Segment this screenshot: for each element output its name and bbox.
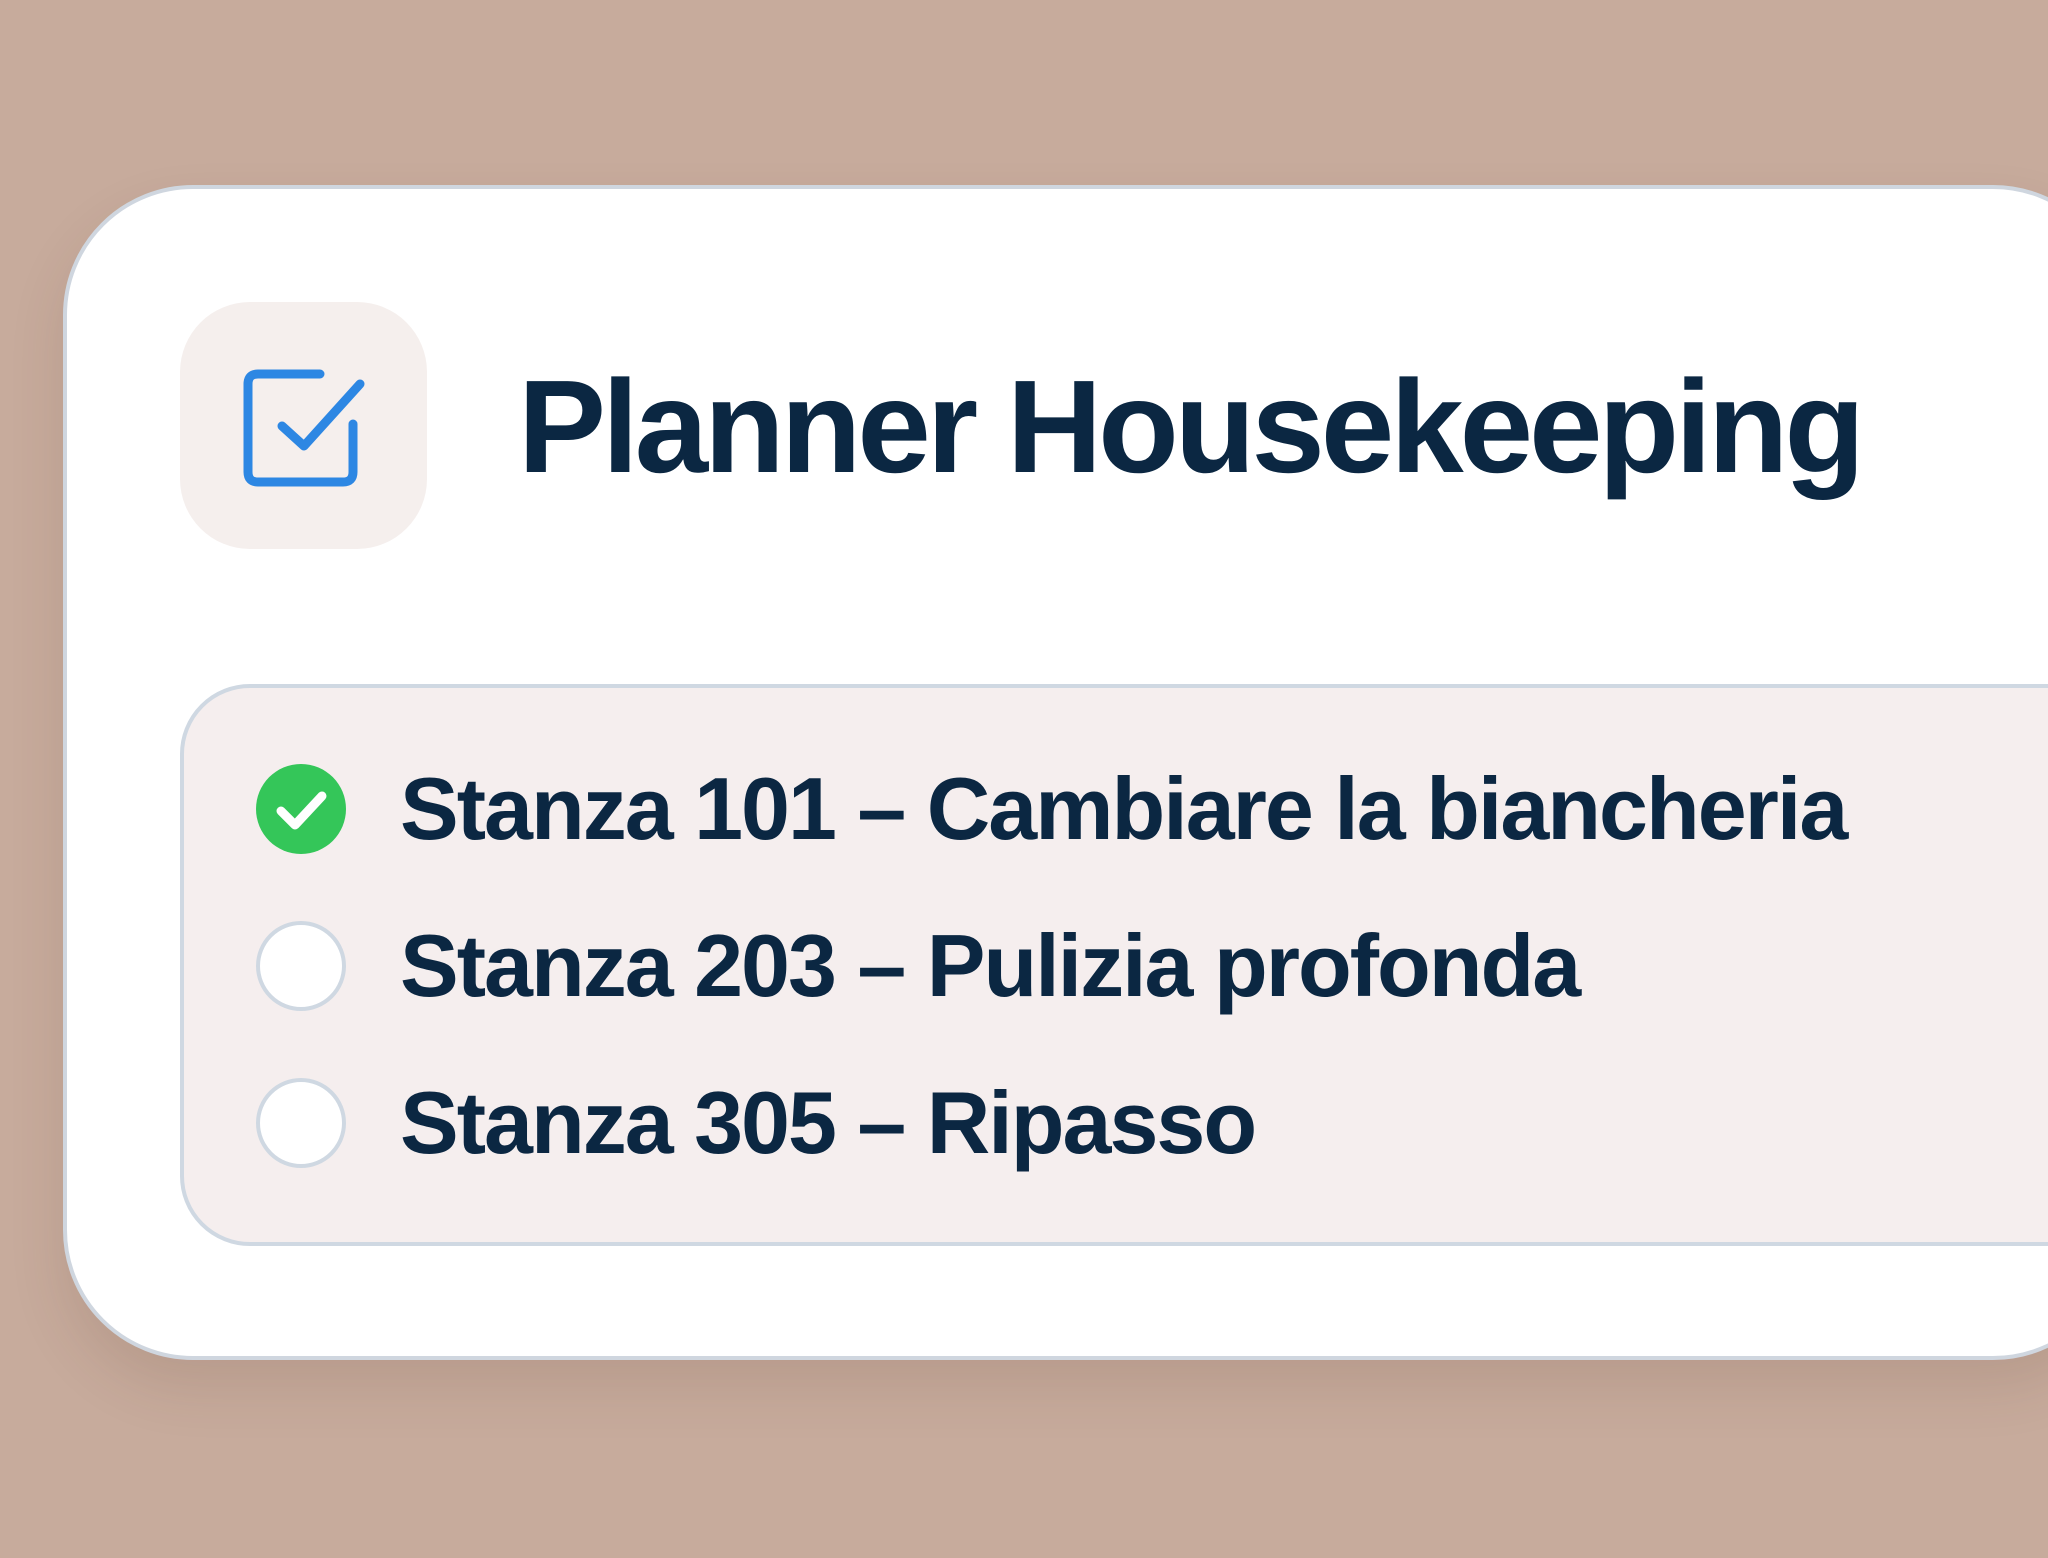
task-row[interactable]: Stanza 101 – Cambiare la biancheria (256, 759, 1848, 858)
checkmark-circle-icon[interactable] (256, 764, 346, 854)
task-row[interactable]: Stanza 305 – Ripasso (256, 1073, 1257, 1172)
task-label: Stanza 203 – Pulizia profonda (400, 916, 1581, 1015)
checkbox-icon (243, 369, 365, 487)
planner-app-icon (180, 302, 427, 549)
empty-circle-icon[interactable] (256, 921, 346, 1011)
task-label: Stanza 305 – Ripasso (400, 1073, 1257, 1172)
task-label: Stanza 101 – Cambiare la biancheria (400, 759, 1848, 858)
task-row[interactable]: Stanza 203 – Pulizia profonda (256, 916, 1581, 1015)
empty-circle-icon[interactable] (256, 1078, 346, 1168)
page-title: Planner Housekeeping (518, 353, 1865, 500)
task-list: Stanza 101 – Cambiare la biancheria Stan… (180, 684, 2048, 1246)
